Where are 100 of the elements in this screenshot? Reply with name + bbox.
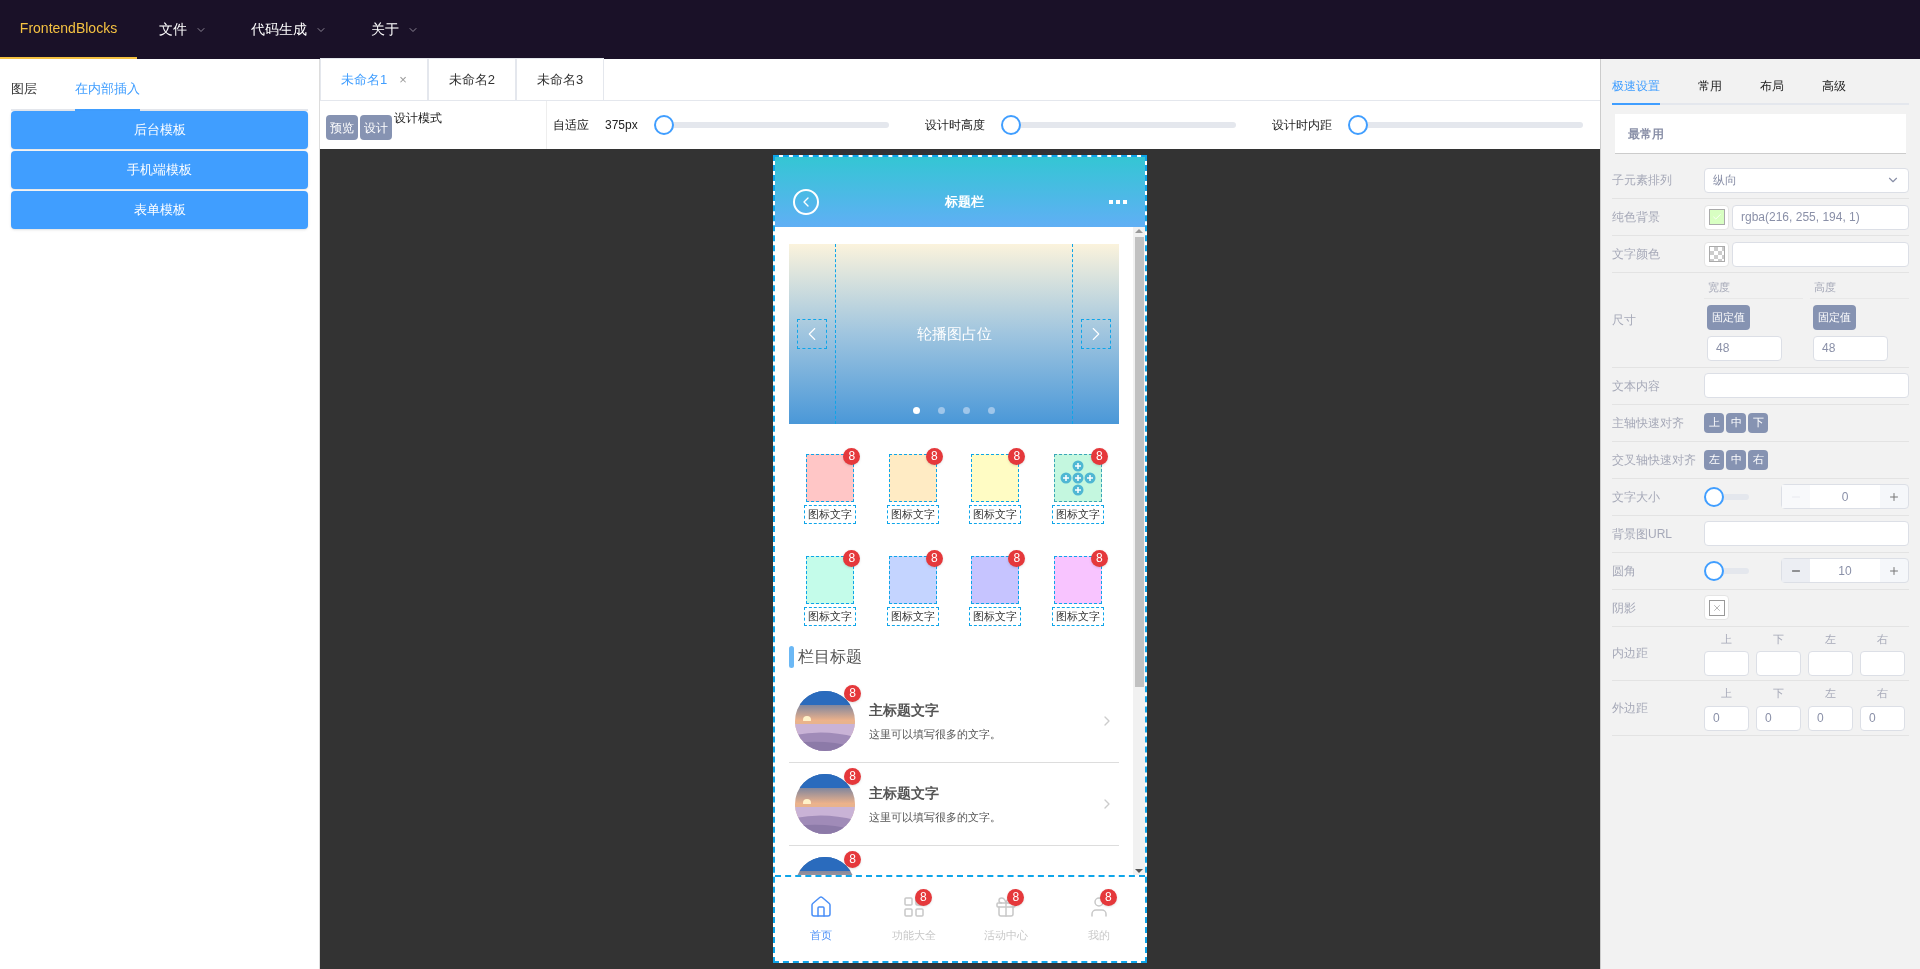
text-field[interactable] [1704,373,1909,398]
mode-button[interactable]: 预览 [326,115,358,140]
template-button[interactable]: 后台模板 [11,110,308,149]
slider-handle[interactable] [1704,560,1724,581]
decrease-icon[interactable] [1782,559,1810,582]
align-button[interactable]: 中 [1726,449,1746,470]
dimension-label: 宽度 [1704,279,1803,299]
property-label: 内边距 [1612,645,1649,663]
properties-tab[interactable]: 高级 [1822,77,1846,105]
badge: 8 [844,685,861,702]
menu-item[interactable]: 代码生成 [232,0,346,59]
property-label: 阴影 [1612,599,1637,617]
document-tab[interactable]: 未命名1 × [320,58,428,100]
template-button[interactable]: 表单模板 [11,190,308,229]
property-label: 交叉轴快速对齐 [1612,451,1697,469]
color-picker[interactable] [1704,241,1729,267]
slider-handle[interactable] [1000,115,1021,135]
list-item[interactable]: 8 主标题文字 这里可以填写很多的文字。 [789,680,1119,763]
slider-handle[interactable] [1704,486,1724,507]
property-label: 尺寸 [1612,311,1637,329]
padding-label: 设计时内距 [1271,117,1332,134]
side-label: 左 [1824,631,1837,647]
color-picker[interactable] [1704,204,1729,230]
shadow-picker[interactable] [1704,595,1729,620]
previous-icon[interactable] [797,319,827,349]
property-label: 主轴快速对齐 [1612,414,1685,432]
side-label: 右 [1876,686,1889,701]
mode-button[interactable]: 固定值 [1707,304,1750,330]
side-label: 右 [1876,631,1889,647]
brand-logo[interactable]: FrontendBlocks [0,0,137,59]
properties-tab[interactable]: 布局 [1760,77,1784,105]
icon-label: 图标文字 [886,607,939,626]
panel-tab[interactable]: 图层 [11,79,37,111]
select-field[interactable]: 纵向 [1704,167,1909,193]
width-value: 375px [605,117,638,134]
property-label: 纯色背景 [1612,209,1661,226]
side-field[interactable]: 0 [1860,705,1905,731]
side-field[interactable]: 0 [1808,705,1853,731]
badge: 8 [844,851,861,868]
property-label: 文本内容 [1612,377,1661,395]
badge: 8 [914,888,932,906]
bottom-tab[interactable]: 首页 [775,877,868,961]
list-item[interactable]: 8 主标题文字 这里可以填写很多的文字。 [789,763,1119,846]
section-title: 栏目标题 [798,647,863,667]
badge: 8 [843,448,861,466]
empty-color-icon [1708,246,1725,262]
gift-icon [994,894,1019,919]
number-stepper[interactable]: 0 [1781,484,1909,509]
property-label: 子元素排列 [1612,172,1673,189]
property-label: 背景图URL [1612,525,1673,543]
badge: 8 [844,768,861,785]
next-icon[interactable] [1081,319,1111,349]
badge: 8 [843,550,861,568]
document-tab[interactable]: 未命名3 [516,58,605,100]
item-title: 主标题文字 [869,700,940,720]
color-field[interactable]: rgba(216, 255, 194, 1) [1732,204,1909,230]
side-label: 下 [1772,686,1785,701]
align-button[interactable]: 下 [1748,412,1768,433]
slider-handle[interactable] [653,115,674,135]
height-label: 设计时高度 [924,117,985,134]
number-value: 10 [1810,559,1880,582]
number-stepper[interactable]: 10 [1781,558,1909,583]
side-field[interactable]: 0 [1704,705,1749,731]
menu-item[interactable]: 关于 [352,0,438,59]
apps-icon [901,894,926,919]
mode-button[interactable]: 固定值 [1813,304,1856,330]
scrollbar[interactable] [1133,227,1145,875]
mode-label: 设计模式 [394,110,442,127]
align-button[interactable]: 上 [1704,412,1724,433]
dimension-field[interactable]: 48 [1813,335,1888,361]
properties-tab[interactable]: 常用 [1698,77,1722,105]
menu-item[interactable]: 文件 [140,0,226,59]
back-icon[interactable] [793,189,819,215]
properties-tab[interactable]: 极速设置 [1612,77,1660,105]
mode-button[interactable]: 设计 [360,115,392,140]
icon-label: 图标文字 [969,505,1022,524]
side-field[interactable] [1808,651,1853,676]
side-label: 下 [1772,631,1785,647]
text-field[interactable] [1704,521,1909,546]
close-tab-glyph[interactable]: × [399,69,407,90]
side-field[interactable]: 0 [1756,705,1801,731]
side-label: 上 [1720,631,1733,647]
side-field[interactable] [1756,651,1801,676]
section-accent-bar [789,646,794,668]
section-title: 最常用 [1628,125,1664,143]
page-title: 标题栏 [944,193,984,212]
side-field[interactable] [1860,651,1905,676]
slider-handle[interactable] [1347,115,1368,135]
badge: 8 [1007,888,1025,906]
side-label: 左 [1824,686,1837,701]
badge: 8 [1008,550,1026,568]
align-button[interactable]: 右 [1748,449,1768,470]
align-button[interactable]: 左 [1704,449,1724,470]
more-icon[interactable] [1109,200,1127,204]
document-tab[interactable]: 未命名2 [427,58,517,100]
color-field[interactable] [1732,241,1909,267]
dimension-field[interactable]: 48 [1707,335,1782,361]
side-field[interactable] [1704,651,1749,676]
template-button[interactable]: 手机端模板 [11,150,308,189]
align-button[interactable]: 中 [1726,412,1746,433]
